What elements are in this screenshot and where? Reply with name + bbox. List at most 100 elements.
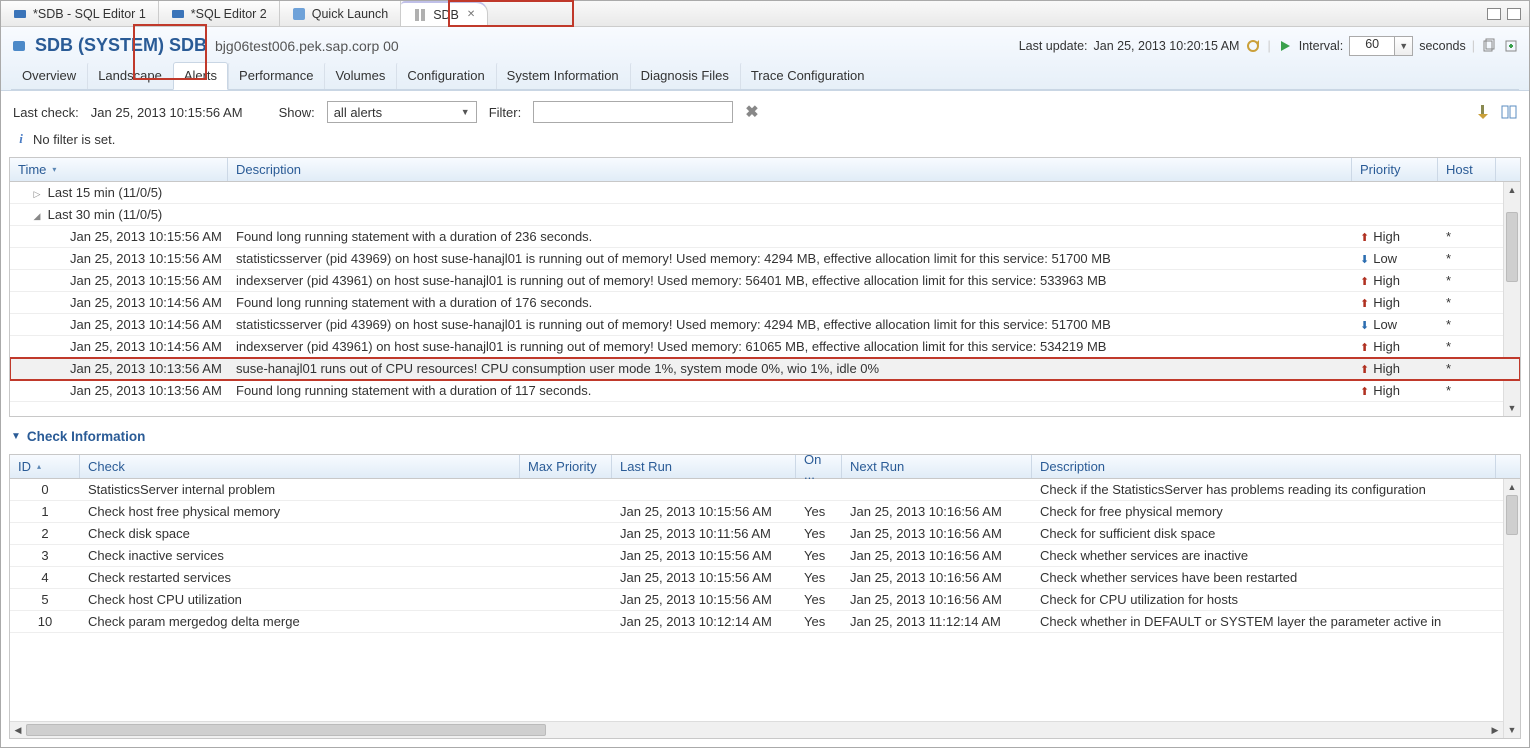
expander-icon[interactable]: ◢ [30, 211, 44, 222]
scroll-down-icon[interactable]: ▼ [1504, 722, 1520, 738]
checks-table-header: ID▴ Check Max Priority Last Run On ... N… [10, 455, 1520, 479]
alert-row[interactable]: Jan 25, 2013 10:15:56 AMstatisticsserver… [10, 248, 1520, 270]
editor-tab-strip: *SDB - SQL Editor 1 *SQL Editor 2 Quick … [1, 1, 1529, 27]
tab-landscape[interactable]: Landscape [87, 62, 173, 89]
scroll-down-icon[interactable]: ▼ [1504, 400, 1520, 416]
tab-label: SDB [433, 8, 459, 22]
scroll-thumb[interactable] [1506, 212, 1518, 282]
filter-label: Filter: [489, 105, 522, 120]
clear-filter-button[interactable]: ✖ [745, 102, 758, 122]
tab-label: Quick Launch [312, 7, 388, 21]
sql-icon [13, 7, 27, 21]
priority-up-icon: ⬆ [1360, 298, 1369, 310]
horizontal-scrollbar[interactable]: ◀ ▶ [10, 721, 1503, 738]
maximize-button[interactable] [1507, 8, 1521, 20]
section-title: Check Information [27, 429, 146, 444]
chevron-down-icon: ▼ [461, 107, 470, 117]
check-row[interactable]: 2Check disk spaceJan 25, 2013 10:11:56 A… [10, 523, 1520, 545]
quick-launch-icon [292, 7, 306, 21]
col-time[interactable]: Time▾ [10, 158, 228, 181]
check-row[interactable]: 5Check host CPU utilizationJan 25, 2013 … [10, 589, 1520, 611]
col-priority[interactable]: Priority [1352, 158, 1438, 181]
tab-performance[interactable]: Performance [228, 62, 324, 89]
show-select[interactable]: all alerts ▼ [327, 101, 477, 123]
alert-row[interactable]: Jan 25, 2013 10:15:56 AMindexserver (pid… [10, 270, 1520, 292]
tab-configuration[interactable]: Configuration [396, 62, 495, 89]
alert-row[interactable]: Jan 25, 2013 10:14:56 AMFound long runni… [10, 292, 1520, 314]
col-on[interactable]: On ... [796, 455, 842, 478]
interval-unit: seconds [1419, 39, 1466, 53]
vertical-scrollbar[interactable]: ▲ ▼ [1503, 182, 1520, 416]
scroll-left-icon[interactable]: ◀ [10, 722, 26, 738]
refresh-icon[interactable] [1245, 38, 1261, 54]
configure-alerts-icon[interactable] [1475, 104, 1491, 120]
tab-diagnosis-files[interactable]: Diagnosis Files [630, 62, 740, 89]
expander-icon[interactable]: ▷ [30, 189, 44, 200]
play-icon[interactable] [1277, 38, 1293, 54]
group-row[interactable]: ◢ Last 30 min (11/0/5) [10, 204, 1520, 226]
alert-row[interactable]: Jan 25, 2013 10:15:56 AMFound long runni… [10, 226, 1520, 248]
interval-dropdown[interactable]: ▼ [1395, 36, 1413, 56]
sql-icon [171, 7, 185, 21]
scroll-thumb[interactable] [1506, 495, 1518, 535]
alert-row[interactable]: Jan 25, 2013 10:13:56 AMsuse-hanajl01 ru… [10, 358, 1520, 380]
tab-system-information[interactable]: System Information [496, 62, 630, 89]
tab-quick-launch[interactable]: Quick Launch [280, 1, 401, 26]
tab-overview[interactable]: Overview [11, 62, 87, 89]
group-row[interactable]: ▷ Last 15 min (11/0/5) [10, 182, 1520, 204]
interval-input[interactable]: 60 [1349, 36, 1395, 56]
check-row[interactable]: 10Check param mergedog delta mergeJan 25… [10, 611, 1520, 633]
alert-row[interactable]: Jan 25, 2013 10:14:56 AMstatisticsserver… [10, 314, 1520, 336]
last-check-label: Last check: [13, 105, 79, 120]
col-check[interactable]: Check [80, 455, 520, 478]
tab-sdb[interactable]: SDB ✕ [401, 1, 488, 26]
filter-bar: Last check: Jan 25, 2013 10:15:56 AM Sho… [1, 91, 1529, 127]
interval-label: Interval: [1299, 39, 1343, 53]
alerts-table-body[interactable]: ▷ Last 15 min (11/0/5)◢ Last 30 min (11/… [10, 182, 1520, 416]
tab-sdb-sql-editor-1[interactable]: *SDB - SQL Editor 1 [1, 1, 159, 26]
page-title: SDB (SYSTEM) SDB [35, 35, 207, 56]
toggle-view-icon[interactable] [1501, 104, 1517, 120]
vertical-scrollbar[interactable]: ▲ ▼ [1503, 479, 1520, 738]
export-icon[interactable] [1503, 38, 1519, 54]
col-max-priority[interactable]: Max Priority [520, 455, 612, 478]
col-next-run[interactable]: Next Run [842, 455, 1032, 478]
col-id[interactable]: ID▴ [10, 455, 80, 478]
check-information-section[interactable]: ▼ Check Information [1, 425, 1529, 448]
tab-alerts[interactable]: Alerts [173, 62, 228, 90]
tab-trace-configuration[interactable]: Trace Configuration [740, 62, 876, 89]
check-row[interactable]: 3Check inactive servicesJan 25, 2013 10:… [10, 545, 1520, 567]
db-icon [11, 38, 27, 54]
scroll-thumb[interactable] [26, 724, 546, 736]
priority-up-icon: ⬆ [1360, 342, 1369, 354]
filter-info: i No filter is set. [1, 127, 1529, 157]
priority-up-icon: ⬆ [1360, 364, 1369, 376]
alert-row[interactable]: Jan 25, 2013 10:14:56 AMindexserver (pid… [10, 336, 1520, 358]
tab-sql-editor-2[interactable]: *SQL Editor 2 [159, 1, 280, 26]
filter-input[interactable] [533, 101, 733, 123]
info-text: No filter is set. [33, 132, 115, 147]
close-icon[interactable]: ✕ [467, 9, 475, 20]
col-spacer [1496, 455, 1520, 478]
col-host[interactable]: Host [1438, 158, 1496, 181]
show-value: all alerts [334, 105, 382, 120]
checks-table: ID▴ Check Max Priority Last Run On ... N… [9, 454, 1521, 739]
scroll-up-icon[interactable]: ▲ [1504, 182, 1520, 198]
scroll-right-icon[interactable]: ▶ [1487, 722, 1503, 738]
priority-down-icon: ⬇ [1360, 254, 1369, 266]
alert-row[interactable]: Jan 25, 2013 10:13:56 AMFound long runni… [10, 380, 1520, 402]
col-last-run[interactable]: Last Run [612, 455, 796, 478]
check-row[interactable]: 1Check host free physical memoryJan 25, … [10, 501, 1520, 523]
minimize-button[interactable] [1487, 8, 1501, 20]
copy-icon[interactable] [1481, 38, 1497, 54]
tab-volumes[interactable]: Volumes [324, 62, 396, 89]
alerts-table-header: Time▾ Description Priority Host [10, 158, 1520, 182]
check-row[interactable]: 0StatisticsServer internal problemCheck … [10, 479, 1520, 501]
col-description[interactable]: Description [228, 158, 1352, 181]
checks-table-body[interactable]: 0StatisticsServer internal problemCheck … [10, 479, 1520, 738]
priority-up-icon: ⬆ [1360, 232, 1369, 244]
scroll-up-icon[interactable]: ▲ [1504, 479, 1520, 495]
info-icon: i [15, 131, 27, 147]
col-description[interactable]: Description [1032, 455, 1496, 478]
check-row[interactable]: 4Check restarted servicesJan 25, 2013 10… [10, 567, 1520, 589]
